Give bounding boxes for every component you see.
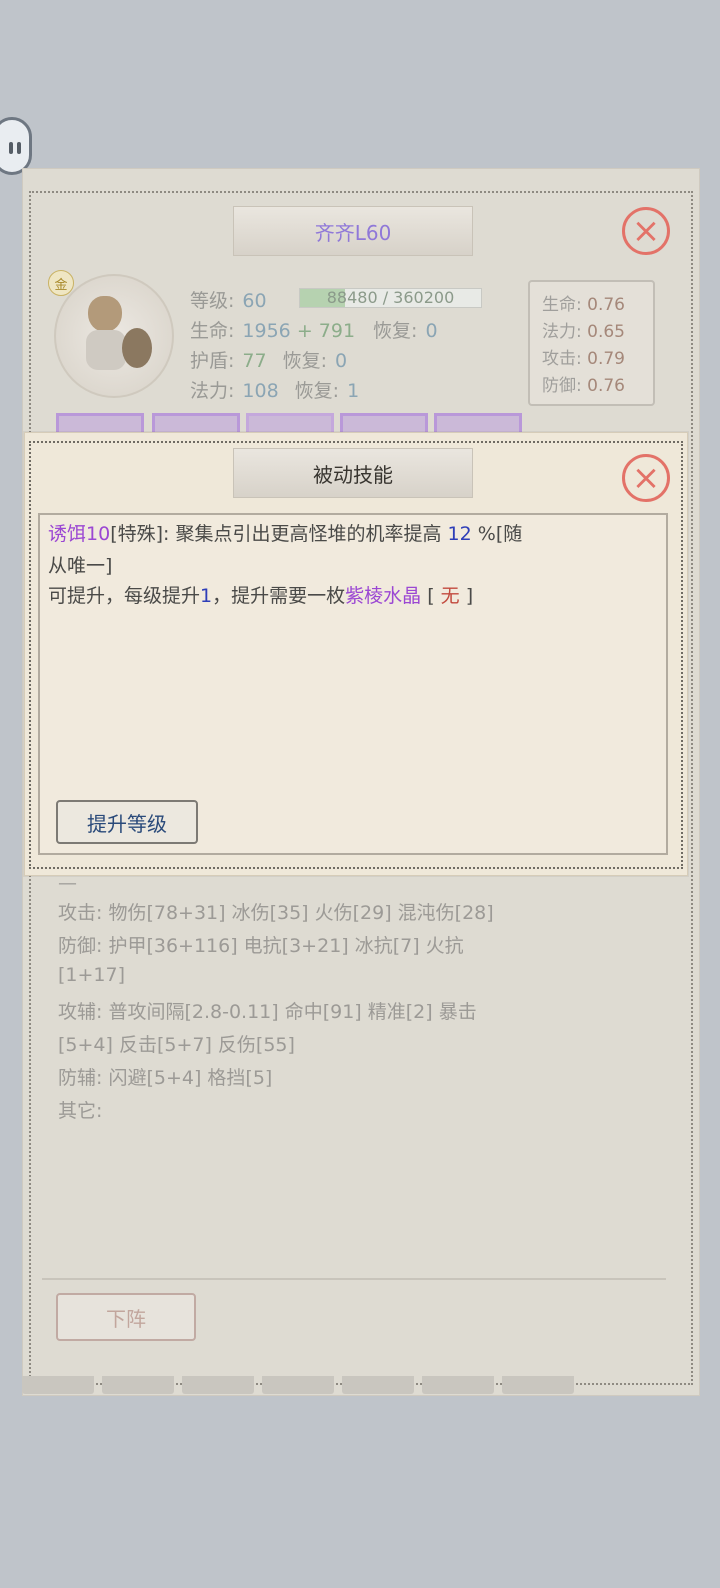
attack-row: 攻击: 物伤[78+31] 冰伤[35] 火伤[29] 混沌伤[28] bbox=[58, 902, 494, 924]
rarity-badge: 金 bbox=[48, 270, 74, 296]
close-icon: × bbox=[631, 458, 661, 498]
shield-row: 护盾: 77 恢复: 0 bbox=[190, 350, 348, 372]
defense-row-cont: [1+17] bbox=[58, 964, 126, 986]
popup-title: 被动技能 bbox=[233, 448, 473, 498]
growth-box: 生命: 0.76 法力: 0.65 攻击: 0.79 防御: 0.76 bbox=[528, 280, 655, 406]
exp-bar: 88480 / 360200 bbox=[299, 288, 482, 308]
attack-aux-row: 攻辅: 普攻间隔[2.8-0.11] 命中[91] 精准[2] 暴击 bbox=[58, 1001, 477, 1023]
mana-row: 法力: 108 恢复: 1 bbox=[190, 380, 360, 402]
growth-defense: 防御: 0.76 bbox=[542, 376, 625, 396]
skill-description: 诱饵10[特殊]: 聚集点引出更高怪堆的机率提高 12 %[随 从唯一] bbox=[48, 523, 523, 577]
level-row: 等级: 60 bbox=[190, 290, 267, 312]
defense-row: 防御: 护甲[36+116] 电抗[3+21] 冰抗[7] 火抗 bbox=[58, 935, 464, 957]
close-character-button[interactable]: × bbox=[622, 207, 670, 255]
dismiss-button[interactable]: 下阵 bbox=[56, 1293, 196, 1341]
floating-pause-button[interactable] bbox=[0, 117, 32, 175]
bottom-tabs bbox=[22, 1376, 582, 1394]
defense-aux-row: 防辅: 闪避[5+4] 格挡[5] bbox=[58, 1067, 273, 1089]
divider bbox=[42, 1278, 666, 1280]
pause-icon bbox=[9, 142, 23, 154]
skill-name: 诱饵10 bbox=[48, 523, 111, 545]
hp-row: 生命: 1956 + 791 恢复: 0 bbox=[190, 320, 438, 342]
exp-text: 88480 / 360200 bbox=[326, 288, 455, 307]
close-icon: × bbox=[631, 211, 661, 251]
required-item: 紫棱水晶 bbox=[345, 585, 422, 607]
upgrade-status: 无 bbox=[440, 585, 460, 607]
attack-aux-row-cont: [5+4] 反击[5+7] 反伤[55] bbox=[58, 1034, 295, 1056]
character-portrait[interactable] bbox=[54, 274, 174, 398]
skill-value: 12 bbox=[447, 523, 472, 545]
upgrade-info: 可提升，每级提升1，提升需要一枚紫棱水晶 [ 无 ] bbox=[48, 585, 474, 607]
growth-attack: 攻击: 0.79 bbox=[542, 349, 625, 369]
growth-hp: 生命: 0.76 bbox=[542, 295, 625, 315]
growth-mana: 法力: 0.65 bbox=[542, 322, 625, 342]
character-title: 齐齐L60 bbox=[233, 206, 473, 256]
other-row: 其它: bbox=[58, 1100, 103, 1122]
upgrade-level-button[interactable]: 提升等级 bbox=[56, 800, 198, 844]
close-popup-button[interactable]: × bbox=[622, 454, 670, 502]
